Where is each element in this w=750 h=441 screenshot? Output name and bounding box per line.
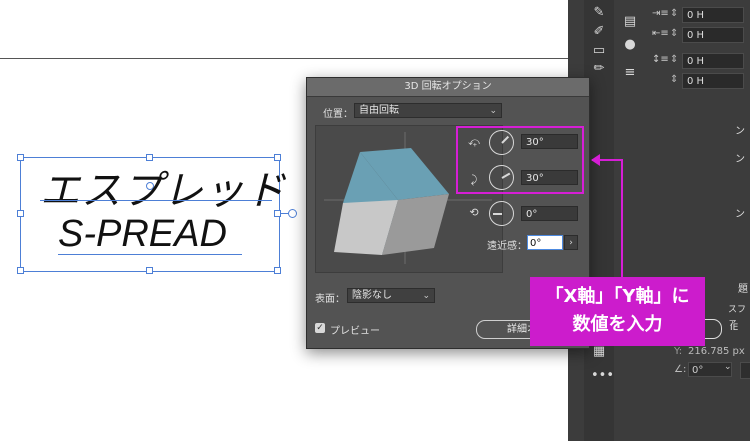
indent-row-2: ⇤≡ ⇕ 0 H (652, 26, 750, 44)
chevron-down-icon: ⌄ (422, 291, 430, 301)
stepper-icon[interactable]: ⇕ (670, 28, 678, 39)
position-label: 位置： (323, 109, 353, 120)
y-label: Y: (674, 346, 683, 357)
shape-builder-icon[interactable]: ● (622, 38, 638, 52)
panel-partial-text: ン (735, 209, 745, 220)
surface-select-value: 陰影なし (352, 290, 392, 301)
text-baseline-2 (58, 254, 242, 255)
rectangle-tool-icon[interactable]: ▭ (591, 44, 607, 58)
callout-arrow-line-v (621, 159, 623, 277)
latin-text-object[interactable]: S-PREAD (58, 213, 227, 256)
selection-handle-bl[interactable] (17, 267, 24, 274)
indent-field-1[interactable]: 0 H (682, 7, 744, 23)
indent-row-1: ⇥≡ ⇕ 0 H (652, 6, 750, 24)
gradient-swatch-icon[interactable]: ▤ (622, 15, 638, 29)
perspective-input[interactable]: 0° (527, 235, 563, 250)
more-tools-icon[interactable]: ••• (591, 369, 614, 383)
out-port-handle[interactable] (288, 209, 297, 218)
preview-checkbox[interactable]: ✓ (315, 323, 325, 333)
artboard-top-edge (0, 58, 570, 59)
pen-tool-icon[interactable]: ✎ (591, 6, 607, 20)
selection-handle-br[interactable] (274, 267, 281, 274)
stepper-icon[interactable]: ⇕ (670, 8, 678, 19)
selection-handle-tl[interactable] (17, 154, 24, 161)
selection-handle-ml[interactable] (17, 210, 24, 217)
angle-field-2[interactable] (740, 362, 750, 379)
panel-partial-text: ン (735, 126, 745, 137)
position-select[interactable]: 自由回転 ⌄ (354, 103, 502, 118)
stepper-icon[interactable]: ⇕ (670, 54, 678, 65)
brush-tool-icon[interactable]: ✏ (591, 62, 607, 76)
z-axis-dial[interactable] (489, 201, 514, 226)
indent-left-icon: ⇥≡ (652, 8, 669, 19)
space-field-2[interactable]: 0 H (682, 73, 744, 89)
align-icon[interactable]: ≡ (622, 66, 638, 80)
chevron-down-icon: ⌄ (489, 106, 497, 116)
panel-partial-text: 題 (738, 284, 748, 295)
surface-label: 表面： (315, 294, 345, 305)
space-row-2: ⇕ 0 H (652, 72, 750, 90)
xy-axis-highlight (456, 126, 584, 194)
callout-line-2: 数値を入力 (572, 314, 663, 335)
panel-partial-text: IE (730, 323, 739, 333)
surface-select[interactable]: 陰影なし ⌄ (347, 288, 435, 303)
perspective-slider-button[interactable]: › (564, 235, 578, 250)
z-axis-input[interactable]: 0° (521, 206, 578, 221)
callout-line-1: 「X軸」「Y軸」に (545, 286, 690, 307)
callout-arrow-head (591, 154, 600, 166)
panel-partial-text: ン (735, 154, 745, 165)
chevron-down-icon[interactable]: ⌄ (724, 362, 732, 372)
angle-icon: ∠: (674, 364, 687, 375)
katakana-text-object[interactable]: エスプレッド (40, 158, 286, 216)
stepper-icon[interactable]: ⇕ (670, 74, 678, 85)
y-value[interactable]: 216.785 px (688, 346, 745, 357)
indent-first-icon: ⇤≡ (652, 28, 669, 39)
artboard-tool-icon[interactable]: ▦ (591, 345, 607, 359)
space-before-icon: ↕≡ (652, 54, 669, 65)
text-baseline-1 (40, 200, 272, 201)
preview-label: プレビュー (330, 326, 380, 337)
space-field-1[interactable]: 0 H (682, 53, 744, 69)
z-axis-rotate-icon: ⟲ (469, 206, 479, 219)
selection-handle-bm[interactable] (146, 267, 153, 274)
position-select-value: 自由回転 (359, 105, 399, 116)
perspective-label: 遠近感： (487, 241, 527, 252)
dialog-title: 3D 回転オプション (307, 78, 589, 97)
curvature-tool-icon[interactable]: ✐ (591, 25, 607, 39)
instruction-callout: 「X軸」「Y軸」に 数値を入力 (530, 277, 705, 346)
indent-field-2[interactable]: 0 H (682, 27, 744, 43)
space-row-1: ↕≡ ⇕ 0 H (652, 52, 750, 70)
